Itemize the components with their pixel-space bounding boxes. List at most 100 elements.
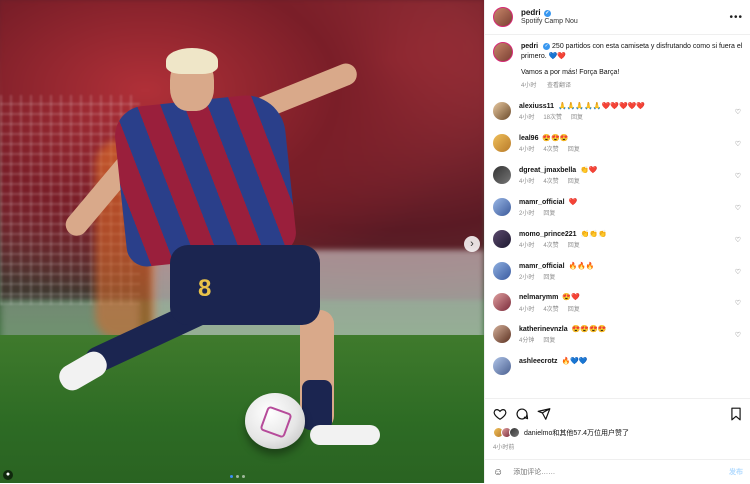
comment-text: 😍❤️ — [562, 294, 580, 302]
post-photo[interactable]: 8 › ● — [0, 0, 484, 483]
reply-button[interactable]: 回复 — [568, 307, 580, 313]
caption-text-line2: Vamos a por más! Força Barça! — [521, 69, 620, 77]
carousel-dot — [236, 475, 239, 478]
chevron-right-icon[interactable]: › — [464, 236, 480, 252]
reply-button[interactable]: 回复 — [571, 115, 583, 121]
comment-username[interactable]: ashleecrotz — [519, 358, 558, 365]
player-hair — [166, 48, 218, 74]
comment-text: 🔥🔥🔥 — [568, 262, 595, 270]
post-location[interactable]: Spotify Camp Nou — [521, 18, 578, 26]
avatar[interactable] — [493, 325, 511, 344]
comment-username[interactable]: dgreat_jmaxbella — [519, 167, 576, 174]
reply-button[interactable]: 回复 — [568, 179, 580, 185]
comment-item: mamr_official 🔥🔥🔥 2小时 回复 ♡ — [493, 261, 743, 283]
comment-time: 4小时 — [519, 178, 535, 185]
comment-likes[interactable]: 4次赞 — [543, 147, 558, 153]
comment-username[interactable]: momo_prince221 — [519, 231, 577, 238]
player-sock-right — [302, 380, 332, 430]
avatar[interactable] — [493, 134, 511, 152]
football — [245, 393, 305, 449]
comment-item: momo_prince221 👏👏👏 4小时 4次赞 回复 ♡ — [493, 229, 743, 251]
avatar[interactable] — [493, 197, 511, 216]
comment-time: 4分钟 — [519, 338, 535, 345]
user-tag-icon[interactable]: ● — [3, 470, 13, 480]
comment-likes[interactable]: 4次赞 — [543, 307, 558, 313]
avatar[interactable] — [493, 229, 511, 248]
avatar[interactable] — [493, 293, 511, 312]
caption-text: 250 partidos con esta camiseta y disfrut… — [521, 43, 743, 61]
emoji-icon[interactable]: ☺ — [493, 467, 503, 478]
comment-icon[interactable] — [515, 407, 529, 421]
heart-icon[interactable] — [493, 407, 507, 421]
comment-text: ❤️ — [568, 198, 578, 206]
translation-link[interactable]: 查看翻译 — [547, 83, 571, 89]
post-actions: danielmo和其他57.4万位用户赞了 4小时前 ☺ 发布 — [485, 398, 750, 484]
comment-username[interactable]: mamr_official — [519, 199, 565, 206]
heart-icon[interactable]: ♡ — [735, 108, 741, 116]
post-comment-button[interactable]: 发布 — [729, 467, 743, 477]
caption-time: 4小时 — [521, 83, 537, 90]
avatar[interactable] — [493, 357, 511, 376]
comment-username[interactable]: nelmarymm — [519, 294, 558, 301]
player-shirt — [112, 91, 298, 269]
reply-button[interactable]: 回复 — [568, 243, 580, 249]
verified-badge-icon: ✓ — [543, 42, 551, 50]
jersey-number: 8 — [198, 275, 212, 302]
add-comment-bar: ☺ 发布 — [485, 459, 750, 484]
avatar[interactable] — [493, 102, 511, 121]
heart-icon[interactable]: ♡ — [735, 331, 741, 339]
share-icon[interactable] — [537, 407, 551, 421]
pitch-grass — [0, 335, 484, 483]
comment-time: 4小时 — [519, 306, 535, 313]
likes-text[interactable]: danielmo和其他57.4万位用户赞了 — [524, 428, 629, 438]
comment-username[interactable]: alexiuss11 — [519, 103, 554, 110]
verified-badge-icon: ✓ — [543, 9, 551, 17]
comment-item: alexiuss11 🙏🙏🙏🙏🙏❤️❤️❤️❤️❤️ 4小时 18次赞 回复 ♡ — [493, 102, 743, 123]
carousel-dot — [242, 475, 245, 478]
heart-icon[interactable]: ♡ — [735, 268, 741, 276]
comment-text: 🔥💙💙 — [561, 358, 588, 366]
avatar[interactable] — [493, 7, 513, 27]
heart-icon[interactable]: ♡ — [735, 140, 741, 148]
author-username[interactable]: pedri — [521, 8, 541, 17]
carousel-dot — [230, 475, 233, 478]
comment-likes[interactable]: 18次赞 — [543, 115, 562, 121]
bookmark-icon[interactable] — [729, 407, 743, 421]
heart-icon[interactable]: ♡ — [735, 299, 741, 307]
comment-item: nelmarymm 😍❤️ 4小时 4次赞 回复 ♡ — [493, 293, 743, 314]
reply-button[interactable]: 回复 — [543, 211, 555, 217]
more-options-icon[interactable]: ••• — [729, 12, 743, 23]
avatar — [509, 427, 520, 438]
caption-username[interactable]: pedri — [521, 43, 538, 50]
comment-text: 👏❤️ — [580, 166, 598, 174]
reply-button[interactable]: 回复 — [568, 147, 580, 153]
comments-list[interactable]: pedri ✓ 250 partidos con esta camiseta y… — [485, 34, 750, 398]
heart-icon[interactable]: ♡ — [735, 204, 741, 212]
comment-item: leal96 😍😍😍 4小时 4次赞 回复 ♡ — [493, 134, 743, 155]
comment-text: 😍😍😍😍 — [571, 326, 607, 334]
comment-item: ashleecrotz 🔥💙💙 — [493, 357, 743, 376]
avatar[interactable] — [493, 165, 511, 184]
comment-item: dgreat_jmaxbella 👏❤️ 4小时 4次赞 回复 ♡ — [493, 165, 743, 187]
comment-username[interactable]: leal96 — [519, 135, 538, 142]
post-details-panel: pedri ✓ Spotify Camp Nou ••• pedri ✓ 250… — [484, 0, 750, 484]
player-shorts — [170, 245, 320, 325]
heart-icon[interactable]: ♡ — [735, 172, 741, 180]
reply-button[interactable]: 回复 — [543, 338, 555, 344]
avatar[interactable] — [493, 261, 511, 280]
comment-input[interactable] — [511, 467, 729, 477]
comment-text: 👏👏👏 — [580, 230, 607, 238]
comment-username[interactable]: katherinevnzla — [519, 326, 568, 333]
comment-time: 2小时 — [519, 274, 535, 281]
carousel-dots — [230, 475, 245, 478]
comment-text: 😍😍😍 — [542, 135, 569, 142]
comment-text: 🙏🙏🙏🙏🙏❤️❤️❤️❤️❤️ — [557, 103, 646, 111]
likes-summary[interactable]: danielmo和其他57.4万位用户赞了 — [485, 421, 750, 438]
comment-username[interactable]: mamr_official — [519, 263, 565, 270]
heart-icon[interactable]: ♡ — [735, 236, 741, 244]
comment-time: 4小时 — [519, 242, 535, 249]
reply-button[interactable]: 回复 — [543, 275, 555, 281]
avatar[interactable] — [493, 42, 513, 62]
comment-likes[interactable]: 4次赞 — [543, 179, 558, 185]
comment-likes[interactable]: 4次赞 — [543, 243, 558, 249]
